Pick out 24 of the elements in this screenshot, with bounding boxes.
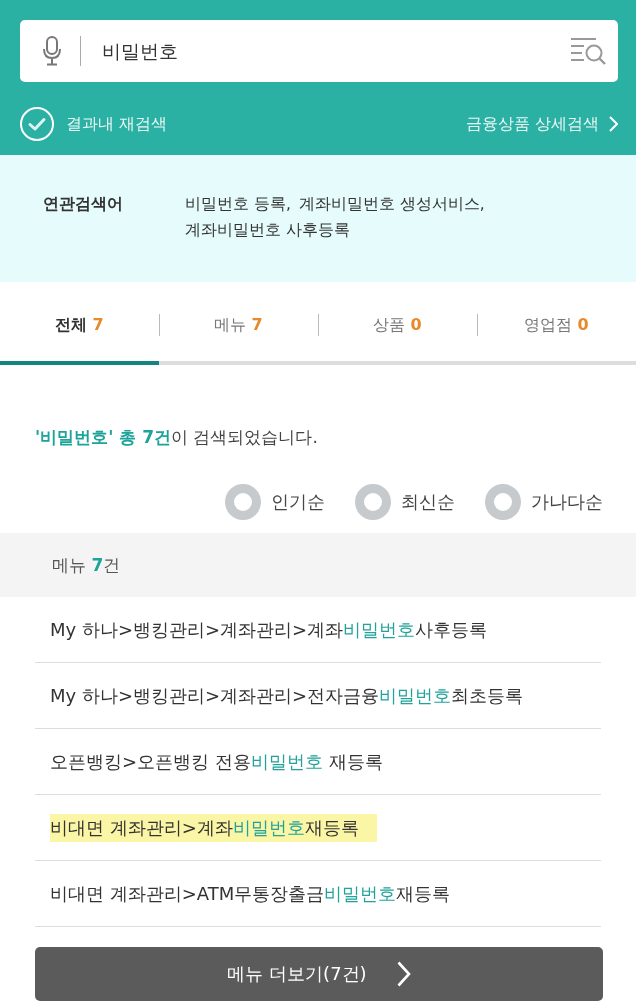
result-menu-link[interactable]: 비대면 계좌관리>계좌비밀번호재등록 bbox=[50, 813, 377, 842]
related-term-link[interactable]: 계좌비밀번호 사후등록 bbox=[185, 217, 350, 243]
sort-option[interactable]: 최신순 bbox=[355, 484, 455, 520]
chevron-right-icon bbox=[396, 961, 411, 987]
result-menu-link[interactable]: My 하나>뱅킹관리>계좌관리>계좌비밀번호사후등록 bbox=[50, 615, 488, 644]
result-summary-text: '비밀번호' 총 7건이 검색되었습니다. bbox=[35, 426, 318, 449]
result-menu-link[interactable]: 비대면 계좌관리>ATM무통장출금비밀번호재등록 bbox=[50, 879, 451, 908]
category-tab[interactable]: 전체 7 bbox=[0, 282, 159, 365]
result-menu-link[interactable]: My 하나>뱅킹관리>계좌관리>전자금융비밀번호최초등록 bbox=[50, 681, 524, 710]
category-tab[interactable]: 메뉴 7 bbox=[159, 282, 318, 365]
related-search-label: 연관검색어 bbox=[43, 193, 124, 215]
section-title: 메뉴 7건 bbox=[52, 553, 121, 577]
sort-option[interactable]: 가나다순 bbox=[485, 484, 603, 520]
microphone-icon[interactable] bbox=[42, 36, 62, 66]
search-field[interactable]: 비밀번호 bbox=[20, 20, 618, 82]
related-term-link[interactable]: 비밀번호 등록, bbox=[185, 191, 291, 217]
search-list-icon[interactable] bbox=[570, 37, 606, 65]
chevron-right-icon bbox=[609, 116, 618, 132]
category-tab[interactable]: 영업점 0 bbox=[477, 282, 636, 365]
more-menu-button[interactable]: 메뉴 더보기(7건) bbox=[35, 947, 603, 1001]
sort-option[interactable]: 인기순 bbox=[225, 484, 325, 520]
related-term-link[interactable]: 계좌비밀번호 생성서비스, bbox=[298, 191, 485, 217]
result-menu-link[interactable]: 오픈뱅킹>오픈뱅킹 전용비밀번호 재등록 bbox=[50, 747, 383, 776]
category-tab[interactable]: 상품 0 bbox=[318, 282, 477, 365]
